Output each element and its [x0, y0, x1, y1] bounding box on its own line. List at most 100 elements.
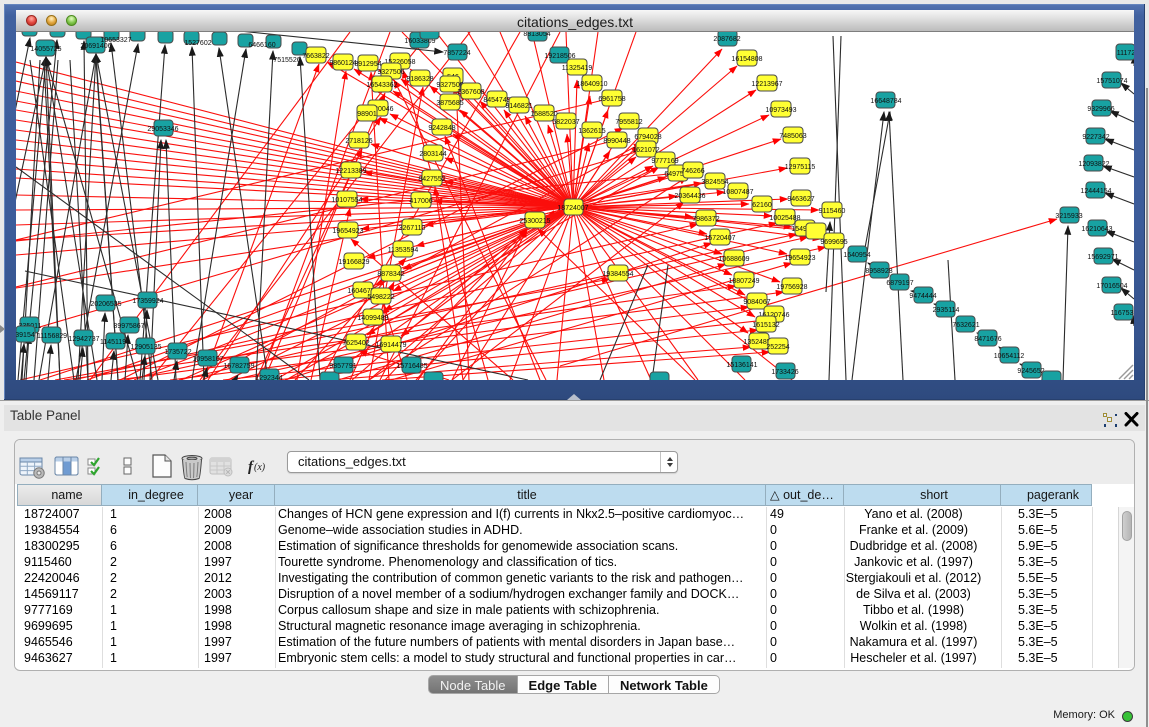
- svg-text:7515526: 7515526: [273, 57, 300, 64]
- svg-text:12213389: 12213389: [335, 168, 366, 175]
- svg-text:12093822: 12093822: [1078, 161, 1109, 168]
- svg-text:12444154: 12444154: [1080, 188, 1111, 195]
- svg-text:20206535: 20206535: [90, 301, 121, 308]
- svg-text:25300215: 25300215: [519, 218, 550, 225]
- svg-text:9860124: 9860124: [329, 60, 356, 67]
- svg-text:9146821: 9146821: [505, 103, 532, 110]
- svg-text:11451194: 11451194: [100, 339, 130, 346]
- svg-text:15136141: 15136141: [726, 362, 757, 369]
- svg-text:9329966: 9329966: [1087, 106, 1114, 113]
- svg-text:14055725: 14055725: [30, 46, 61, 53]
- svg-text:252254: 252254: [766, 344, 789, 351]
- svg-text:14099489: 14099489: [357, 315, 388, 322]
- svg-text:8958928: 8958928: [865, 268, 892, 275]
- svg-text:8912954: 8912954: [354, 61, 381, 68]
- svg-text:9115460: 9115460: [819, 208, 846, 215]
- svg-text:1615132: 1615132: [752, 322, 779, 329]
- svg-text:20691406: 20691406: [80, 43, 111, 50]
- svg-text:2718126: 2718126: [345, 138, 372, 145]
- svg-text:9327506: 9327506: [377, 69, 404, 76]
- svg-text:15720407: 15720407: [704, 235, 735, 242]
- svg-text:2367608: 2367608: [457, 89, 484, 96]
- svg-text:2803144: 2803144: [419, 151, 446, 158]
- svg-text:19654923: 19654923: [332, 228, 363, 235]
- svg-text:18807249: 18807249: [728, 278, 759, 285]
- svg-text:3875685: 3875685: [436, 100, 463, 107]
- svg-text:7663822: 7663822: [302, 53, 329, 60]
- svg-text:746266: 746266: [681, 168, 704, 175]
- svg-text:1167533: 1167533: [1111, 310, 1134, 317]
- svg-text:19756928: 19756928: [776, 284, 807, 291]
- svg-text:417006: 417006: [409, 198, 432, 205]
- svg-text:3824554: 3824554: [701, 179, 728, 186]
- svg-text:9777169: 9777169: [651, 158, 678, 165]
- svg-text:20364436: 20364436: [674, 193, 705, 200]
- svg-text:10973493: 10973493: [765, 107, 796, 114]
- svg-text:2087682: 2087682: [713, 36, 740, 43]
- svg-text:11353594: 11353594: [388, 247, 419, 254]
- svg-text:8186328: 8186328: [406, 76, 433, 83]
- svg-text:18640910: 18640910: [576, 81, 607, 88]
- svg-text:8427552: 8427552: [418, 176, 445, 183]
- svg-text:9245652: 9245652: [1017, 368, 1044, 375]
- svg-text:6879197: 6879197: [886, 280, 913, 287]
- svg-text:2935114: 2935114: [933, 307, 960, 314]
- svg-text:39975867: 39975867: [113, 323, 144, 330]
- svg-text:6794028: 6794028: [634, 134, 661, 141]
- svg-text:10958107: 10958107: [192, 356, 223, 363]
- svg-text:7485063: 7485063: [779, 133, 806, 140]
- svg-text:18724007: 18724007: [557, 205, 588, 212]
- svg-text:9084067: 9084067: [743, 299, 770, 306]
- svg-text:62160: 62160: [752, 202, 772, 209]
- svg-text:10107554: 10107554: [331, 197, 362, 204]
- svg-text:8813054: 8813054: [523, 32, 550, 38]
- svg-text:1733426: 1733426: [771, 369, 798, 376]
- svg-text:1640954: 1640954: [843, 252, 870, 259]
- svg-text:16782759: 16782759: [223, 363, 254, 370]
- svg-text:1292344: 1292344: [255, 375, 282, 380]
- svg-text:17359924: 17359924: [132, 298, 163, 305]
- svg-text:19654923: 19654923: [784, 255, 815, 262]
- svg-text:9857791: 9857791: [329, 363, 356, 370]
- svg-text:9699695: 9699695: [820, 239, 847, 246]
- svg-text:12213967: 12213967: [751, 81, 782, 88]
- svg-text:9227342: 9227342: [1082, 134, 1109, 141]
- svg-text:19166829: 19166829: [338, 259, 369, 266]
- svg-text:1588520: 1588520: [530, 111, 557, 118]
- svg-text:19384554: 19384554: [602, 271, 633, 278]
- svg-text:3267110: 3267110: [399, 225, 426, 232]
- svg-text:7857224: 7857224: [443, 50, 470, 57]
- svg-text:98901: 98901: [357, 111, 377, 118]
- svg-text:11325419: 11325419: [562, 65, 593, 72]
- svg-text:9463627: 9463627: [787, 196, 814, 203]
- svg-text:17016504: 17016504: [1096, 283, 1127, 290]
- svg-text:39154: 39154: [16, 332, 35, 339]
- svg-text:6961758: 6961758: [598, 96, 625, 103]
- svg-text:29053346: 29053346: [147, 126, 178, 133]
- svg-text:5498222: 5498222: [367, 294, 394, 301]
- svg-text:(x): (x): [254, 462, 266, 473]
- svg-text:1735722: 1735722: [164, 349, 191, 356]
- svg-text:7625402: 7625402: [342, 340, 369, 347]
- svg-text:16914479: 16914479: [375, 342, 406, 349]
- svg-text:10688609: 10688609: [718, 256, 749, 263]
- svg-text:1362615: 1362615: [578, 128, 605, 135]
- svg-text:15716485: 15716485: [396, 363, 427, 370]
- svg-text:10653327: 10653327: [100, 37, 131, 44]
- svg-text:10654112: 10654112: [994, 353, 1025, 360]
- svg-text:8471676: 8471676: [974, 336, 1001, 343]
- svg-text:11156829: 11156829: [37, 333, 67, 340]
- svg-text:15751074: 15751074: [1096, 78, 1127, 85]
- svg-text:11172: 11172: [1117, 50, 1134, 57]
- svg-text:16648784: 16648784: [870, 98, 901, 105]
- svg-text:6466160: 6466160: [248, 42, 275, 49]
- svg-text:1527602: 1527602: [184, 40, 211, 47]
- svg-text:3215933: 3215933: [1055, 213, 1082, 220]
- svg-text:16210643: 16210643: [1081, 226, 1112, 233]
- svg-text:12975115: 12975115: [785, 164, 816, 171]
- svg-text:8990448: 8990448: [603, 138, 630, 145]
- svg-text:12905135: 12905135: [130, 344, 161, 351]
- svg-text:8878342: 8878342: [377, 271, 404, 278]
- svg-text:12942737: 12942737: [68, 336, 99, 343]
- svg-text:15692971: 15692971: [1087, 254, 1118, 261]
